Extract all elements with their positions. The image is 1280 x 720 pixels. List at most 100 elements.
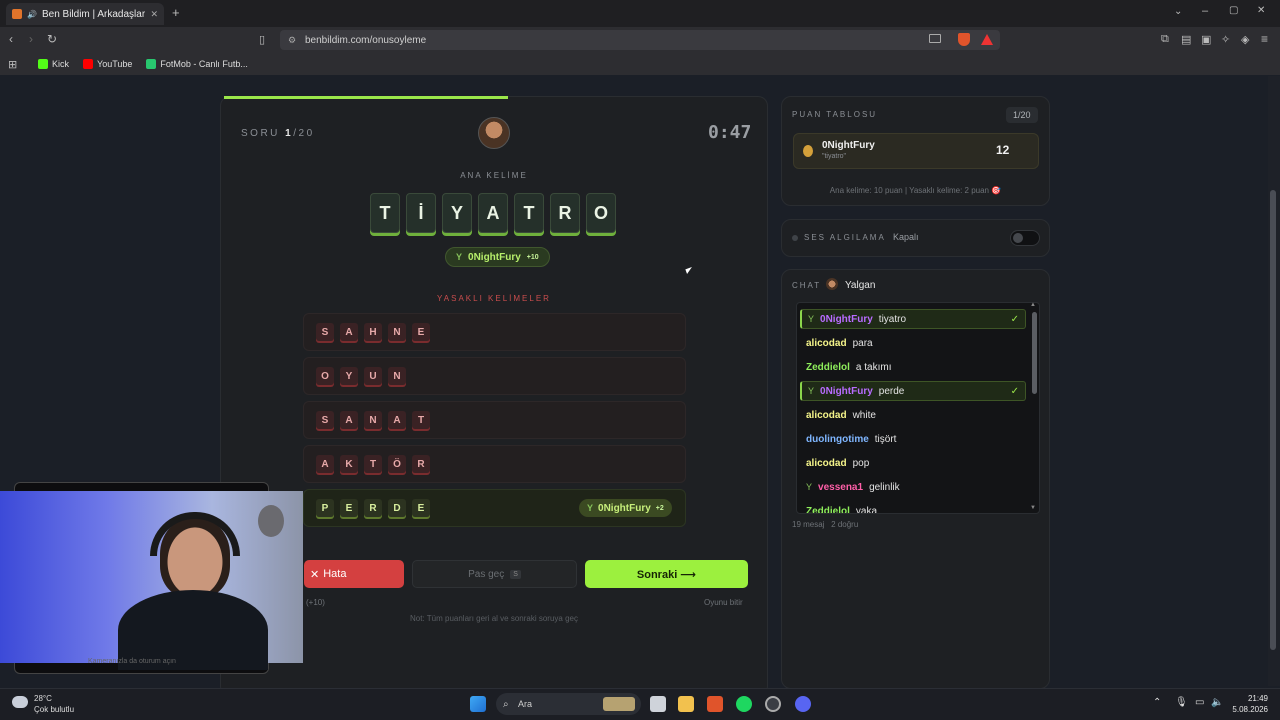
speaker-icon: 🔊: [27, 9, 37, 19]
chat-username[interactable]: alicodad: [806, 458, 847, 469]
brave-rewards-icon[interactable]: [981, 34, 993, 45]
url-text: benbildim.com/onusoyleme: [305, 34, 427, 46]
brave-shield-icon[interactable]: [958, 33, 970, 46]
extensions-icon[interactable]: ⧉: [1161, 33, 1169, 46]
bookmark-youtube[interactable]: YouTube: [83, 59, 132, 69]
bookmark-icon[interactable]: ▯: [259, 33, 265, 46]
forbidden-letter-tile: Y: [340, 367, 358, 385]
tray-chevron-icon[interactable]: ⌃: [1153, 697, 1161, 708]
voice-toggle-knob[interactable]: [1013, 233, 1023, 243]
chat-scrollbar-thumb[interactable]: [1032, 312, 1037, 394]
end-game-link[interactable]: Oyunu bitir: [704, 598, 743, 607]
forbidden-letter-tile: D: [388, 499, 406, 517]
chat-message: Y 0NightFury tiyatro ✓: [800, 309, 1026, 329]
main-word-letter-tile: Y: [442, 193, 472, 233]
pass-button[interactable]: Pas geç S: [412, 560, 577, 588]
brave-browser-icon[interactable]: [707, 696, 723, 712]
question-total: /20: [293, 128, 315, 139]
bookmark-fotmob[interactable]: FotMob - Canlı Futb...: [146, 59, 248, 69]
guess-badge-icon: Y: [456, 252, 463, 262]
microphone-icon[interactable]: 🎙: [1175, 697, 1188, 708]
forbidden-letter-tile: A: [316, 455, 334, 473]
scoreboard-title: PUAN TABLOSU: [792, 110, 878, 119]
wallet-icon[interactable]: ▣: [1201, 33, 1211, 46]
taskbar-date[interactable]: 5.08.2026: [1206, 705, 1268, 714]
site-info-icon[interactable]: ⚙: [288, 35, 296, 46]
forbidden-word-row: SANAT: [303, 401, 686, 439]
page-scrollbar-thumb[interactable]: [1270, 190, 1276, 650]
forbidden-letter-tile: O: [316, 367, 334, 385]
chat-text: tiyatro: [878, 313, 907, 325]
maximize-button[interactable]: ▢: [1229, 5, 1238, 16]
chat-username[interactable]: Zeddielol: [806, 506, 850, 514]
cast-icon[interactable]: [929, 34, 941, 43]
chat-username[interactable]: Zeddielol: [806, 362, 850, 373]
weather-temperature[interactable]: 28°C: [34, 694, 52, 703]
reload-icon[interactable]: ↻: [47, 32, 57, 46]
chat-username[interactable]: alicodad: [806, 410, 847, 421]
obs-icon[interactable]: [765, 696, 781, 712]
network-icon[interactable]: ▭: [1195, 697, 1204, 708]
chat-username[interactable]: duolingotime: [806, 434, 869, 445]
next-button[interactable]: Sonraki ⟶: [585, 560, 748, 588]
browser-tab[interactable]: 🔊 Ben Bildim | Arkadaşlarınla O... ✕: [6, 3, 164, 25]
taskbar-search[interactable]: ⌕ Ara: [496, 693, 641, 715]
forbidden-word-row: AKTÖR: [303, 445, 686, 483]
error-button[interactable]: ✕ Hata: [304, 560, 404, 588]
back-arrow-icon[interactable]: ‹: [9, 32, 13, 46]
chat-text: yaka: [855, 505, 878, 514]
chat-text: white: [852, 409, 876, 421]
chat-message: alicodad para: [800, 333, 1026, 353]
menu-icon[interactable]: ≡: [1261, 32, 1268, 46]
tab-close-icon[interactable]: ✕: [150, 9, 158, 20]
discord-icon[interactable]: [795, 696, 811, 712]
window-close-button[interactable]: ✕: [1257, 5, 1265, 16]
error-points-hint: (+10): [306, 598, 325, 607]
forbidden-letter-tile: S: [316, 323, 334, 341]
minimize-button[interactable]: –: [1202, 5, 1208, 17]
spotify-icon[interactable]: [736, 696, 752, 712]
forbidden-letter-tile: N: [388, 323, 406, 341]
file-explorer-icon[interactable]: [678, 696, 694, 712]
chat-username[interactable]: 0NightFury: [820, 314, 873, 325]
guesser-name: 0NightFury: [598, 502, 651, 514]
leo-ai-icon[interactable]: ✧: [1221, 33, 1230, 46]
taskbar-clock[interactable]: 21:49: [1228, 694, 1268, 703]
chat-text: gelinlik: [869, 481, 900, 493]
chat-scroll-down-icon[interactable]: ▼: [1030, 505, 1036, 511]
chat-message: duolingotime tişört: [800, 429, 1026, 449]
forbidden-letter-tile: E: [340, 499, 358, 517]
chat-text: tişört: [874, 433, 897, 445]
chat-message: alicodad pop: [800, 453, 1026, 473]
forbidden-letter-tile: U: [364, 367, 382, 385]
sidebar-icon[interactable]: ▤: [1181, 33, 1191, 46]
cloud-icon[interactable]: [12, 696, 28, 708]
chat-scroll-up-icon[interactable]: ▲: [1030, 302, 1036, 308]
vpn-icon[interactable]: ◈: [1241, 33, 1249, 46]
chat-username[interactable]: 0NightFury: [820, 386, 873, 397]
forward-arrow-icon[interactable]: ›: [29, 32, 33, 46]
chat-host-avatar: [826, 278, 838, 290]
weather-description[interactable]: Çok bulutlu: [34, 705, 74, 714]
forbidden-letter-tile: P: [316, 499, 334, 517]
winner-points: +10: [526, 253, 539, 261]
address-bar[interactable]: ⚙ benbildim.com/onusoyleme: [280, 30, 1000, 50]
forbidden-word-row: SAHNE: [303, 313, 686, 351]
new-tab-button[interactable]: +: [172, 5, 180, 20]
youtube-icon: [83, 59, 94, 69]
apps-grid-icon[interactable]: ⊞: [8, 58, 17, 71]
windows-start-icon[interactable]: [470, 696, 486, 712]
tab-list-chevron-icon[interactable]: ⌄: [1174, 6, 1182, 17]
pass-shortcut-key: S: [510, 569, 521, 579]
question-prefix: SORU: [241, 128, 286, 139]
chat-message-list[interactable]: Y 0NightFury tiyatro ✓ alicodad para Zeddielol…: [796, 302, 1040, 514]
bookmark-kick[interactable]: Kick: [38, 59, 69, 69]
main-word-letter-tile: O: [586, 193, 616, 233]
main-word-winner-chip: Y 0NightFury +10: [445, 247, 550, 267]
forbidden-word-row: OYUN: [303, 357, 686, 395]
chat-username[interactable]: vessena1: [818, 482, 863, 493]
chat-stats: 19 mesaj 2 doğru: [792, 520, 858, 529]
main-word-letter-tile: A: [478, 193, 508, 233]
chat-username[interactable]: alicodad: [806, 338, 847, 349]
task-view-icon[interactable]: [650, 696, 666, 712]
